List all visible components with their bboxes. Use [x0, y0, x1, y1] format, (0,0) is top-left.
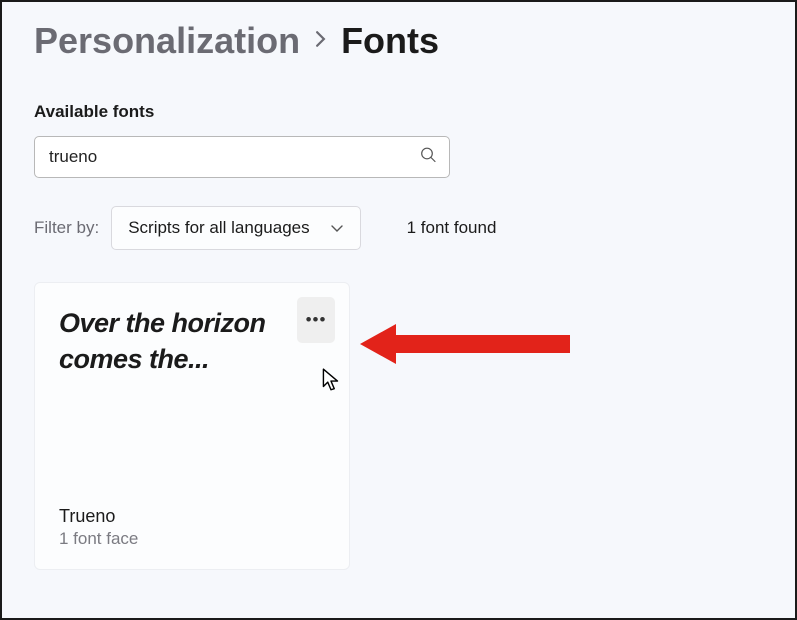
filter-row: Filter by: Scripts for all languages 1 f…	[34, 206, 763, 250]
font-name: Trueno	[59, 506, 325, 527]
font-face-count: 1 font face	[59, 529, 325, 549]
font-card-footer: Trueno 1 font face	[59, 506, 325, 549]
filter-selected: Scripts for all languages	[128, 218, 309, 238]
font-preview-text: Over the horizon comes the...	[59, 305, 299, 378]
font-card[interactable]: Over the horizon comes the... ••• Trueno…	[34, 282, 350, 570]
breadcrumb: Personalization Fonts	[34, 20, 763, 62]
search-container	[34, 136, 450, 178]
search-input[interactable]	[34, 136, 450, 178]
chevron-down-icon	[330, 218, 344, 238]
filter-dropdown[interactable]: Scripts for all languages	[111, 206, 360, 250]
chevron-right-icon	[314, 28, 327, 54]
more-options-button[interactable]: •••	[297, 297, 335, 343]
annotation-arrow	[360, 320, 580, 368]
breadcrumb-current: Fonts	[341, 20, 439, 62]
filter-label: Filter by:	[34, 218, 99, 238]
more-icon: •••	[306, 310, 327, 330]
results-count: 1 font found	[407, 218, 497, 238]
breadcrumb-parent[interactable]: Personalization	[34, 20, 300, 62]
section-heading: Available fonts	[34, 102, 763, 122]
